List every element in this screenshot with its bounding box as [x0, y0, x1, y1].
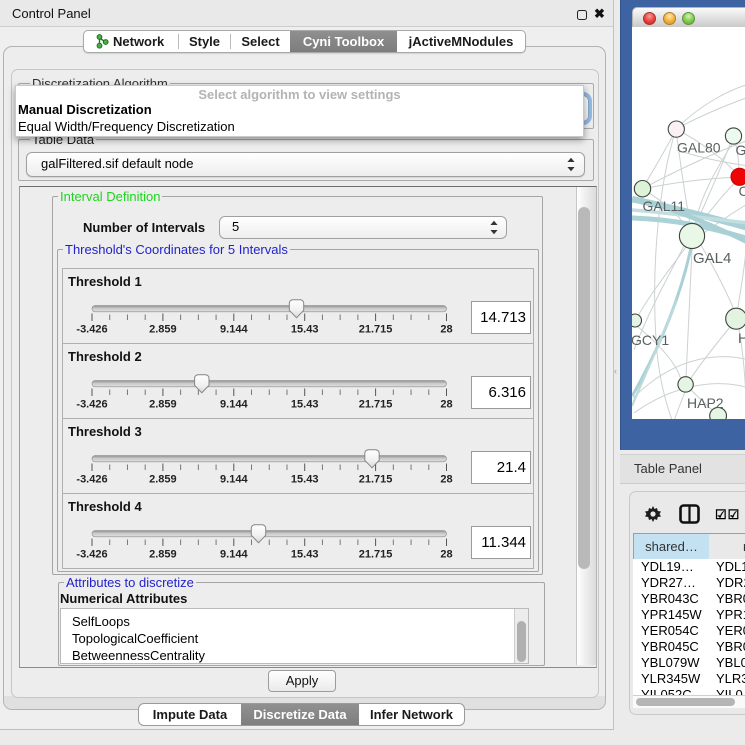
svg-text:28: 28 [440, 549, 452, 561]
svg-text:9.144: 9.144 [220, 549, 248, 561]
svg-text:GCY1: GCY1 [632, 332, 669, 348]
svg-text:9.144: 9.144 [220, 324, 248, 336]
svg-text:-3.426: -3.426 [76, 324, 107, 336]
svg-text:2.859: 2.859 [149, 474, 177, 486]
svg-text:2.859: 2.859 [149, 399, 177, 411]
svg-text:15.43: 15.43 [291, 474, 319, 486]
svg-text:GAL4: GAL4 [693, 250, 731, 267]
svg-text:2.859: 2.859 [149, 324, 177, 336]
svg-text:28: 28 [440, 399, 452, 411]
svg-text:15.43: 15.43 [291, 399, 319, 411]
svg-text:CY: CY [739, 183, 745, 199]
svg-text:GAL11: GAL11 [643, 198, 686, 214]
svg-text:28: 28 [440, 474, 452, 486]
svg-text:GA: GA [736, 142, 745, 158]
svg-text:15.43: 15.43 [291, 549, 319, 561]
svg-text:-3.426: -3.426 [76, 474, 107, 486]
svg-text:GAL80: GAL80 [677, 139, 721, 155]
svg-text:-3.426: -3.426 [76, 549, 107, 561]
svg-text:-3.426: -3.426 [76, 399, 107, 411]
svg-text:21.715: 21.715 [359, 324, 393, 336]
svg-text:21.715: 21.715 [359, 474, 393, 486]
svg-text:28: 28 [440, 324, 452, 336]
svg-text:9.144: 9.144 [220, 399, 248, 411]
svg-text:HI: HI [738, 330, 745, 346]
svg-text:21.715: 21.715 [359, 549, 393, 561]
svg-text:15.43: 15.43 [291, 324, 319, 336]
svg-text:21.715: 21.715 [359, 399, 393, 411]
svg-text:2.859: 2.859 [149, 549, 177, 561]
svg-text:HAP2: HAP2 [687, 395, 724, 411]
svg-text:9.144: 9.144 [220, 474, 248, 486]
